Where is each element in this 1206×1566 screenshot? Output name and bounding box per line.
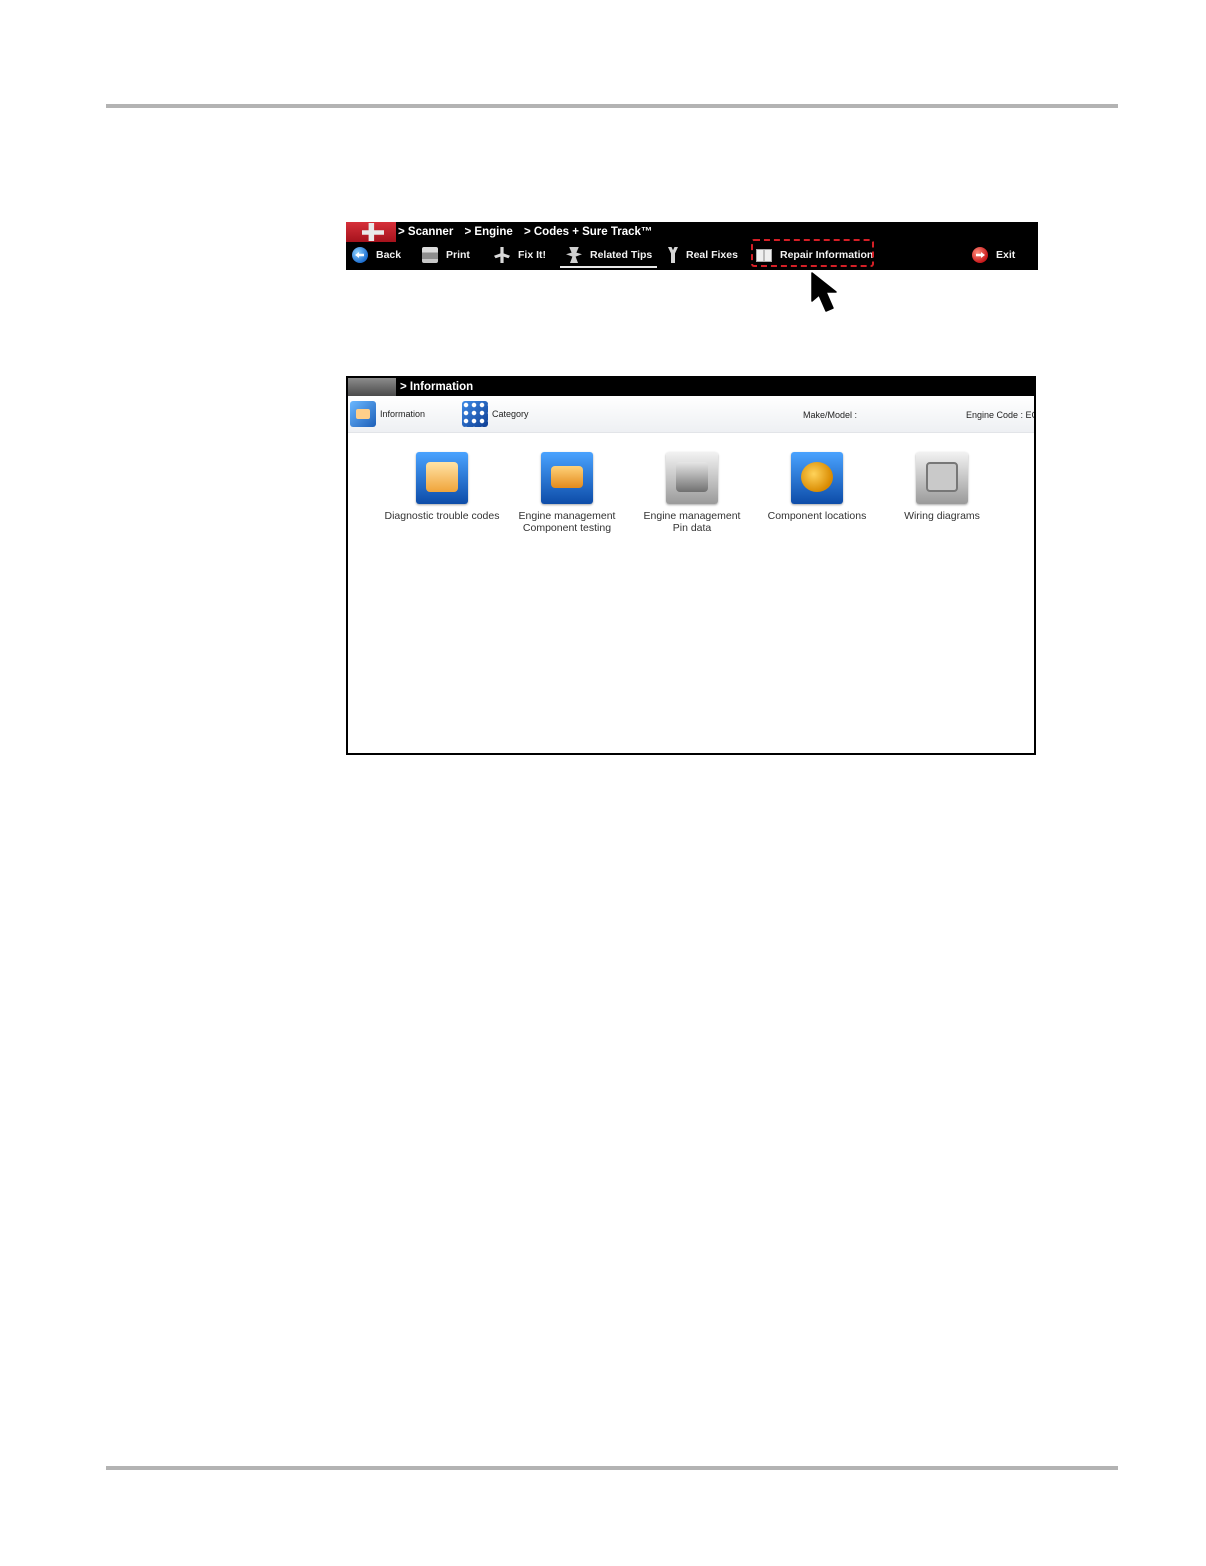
printer-icon	[422, 247, 438, 263]
information-window: > Information Information Category Make/…	[346, 376, 1036, 755]
print-label: Print	[446, 249, 470, 261]
breadcrumb-engine[interactable]: > Engine	[465, 226, 513, 238]
header-rule	[106, 104, 1118, 108]
app-logo-icon	[346, 222, 396, 242]
tile-label: Wiring diagrams	[904, 510, 980, 522]
exit-icon	[972, 247, 988, 263]
fix-it-button[interactable]: Fix It!	[494, 244, 546, 266]
tile-label: Diagnostic trouble codes	[384, 510, 500, 522]
ecm-component-icon	[541, 452, 593, 504]
tile-label: Engine management Pin data	[643, 510, 741, 534]
component-locations-icon	[791, 452, 843, 504]
repair-information-highlight	[751, 239, 874, 267]
information-icon	[350, 401, 376, 427]
related-tips-label: Related Tips	[590, 249, 653, 261]
tile-label: Engine management Component testing	[518, 510, 616, 534]
print-button[interactable]: Print	[422, 244, 470, 266]
engine-code-label: Engine Code : ECN	[966, 410, 1034, 420]
fix-it-label: Fix It!	[518, 249, 546, 261]
info-title-bar: > Information	[348, 378, 1034, 396]
tile-diagnostic-trouble-codes[interactable]: Diagnostic trouble codes	[382, 452, 502, 522]
real-fixes-button[interactable]: Real Fixes	[668, 244, 738, 266]
info-title: > Information	[400, 381, 474, 393]
information-label: Information	[380, 409, 426, 419]
scanner-toolbar: > Scanner > Engine > Codes + Sure Track™…	[346, 222, 1038, 270]
active-tab-indicator	[560, 266, 657, 268]
breadcrumb-scanner[interactable]: > Scanner	[398, 226, 453, 238]
tile-wiring-diagrams[interactable]: Wiring diagrams	[882, 452, 1002, 522]
exit-button[interactable]: Exit	[972, 244, 1015, 266]
exit-label: Exit	[996, 249, 1016, 261]
tile-component-locations[interactable]: Component locations	[757, 452, 877, 522]
related-tips-button[interactable]: Related Tips	[566, 244, 652, 266]
real-fixes-label: Real Fixes	[686, 249, 738, 261]
wrench-icon	[668, 247, 678, 263]
make-model-label: Make/Model :	[803, 410, 858, 420]
footer-rule	[106, 1466, 1118, 1470]
pin-data-icon	[666, 452, 718, 504]
tile-label: Component locations	[767, 510, 867, 522]
category-label: Category	[492, 409, 529, 419]
dtc-icon	[416, 452, 468, 504]
info-logo-icon	[348, 378, 396, 396]
mouse-pointer-icon	[811, 272, 837, 312]
related-tips-icon	[566, 247, 582, 263]
tile-engine-management-pin-data[interactable]: Engine management Pin data	[632, 452, 752, 534]
information-button[interactable]: Information	[350, 400, 425, 428]
info-toolbar: Information Category Make/Model : Engine…	[348, 396, 1034, 433]
wiring-diagrams-icon	[916, 452, 968, 504]
back-label: Back	[376, 249, 402, 261]
back-button[interactable]: Back	[352, 244, 401, 266]
back-arrow-icon	[352, 247, 368, 263]
tile-engine-management-component-testing[interactable]: Engine management Component testing	[507, 452, 627, 534]
fix-it-icon	[494, 247, 510, 263]
category-grid-icon	[462, 401, 488, 427]
breadcrumb: > Scanner > Engine > Codes + Sure Track™	[398, 224, 660, 240]
category-button[interactable]: Category	[462, 400, 529, 428]
breadcrumb-codes[interactable]: > Codes + Sure Track™	[524, 226, 652, 238]
